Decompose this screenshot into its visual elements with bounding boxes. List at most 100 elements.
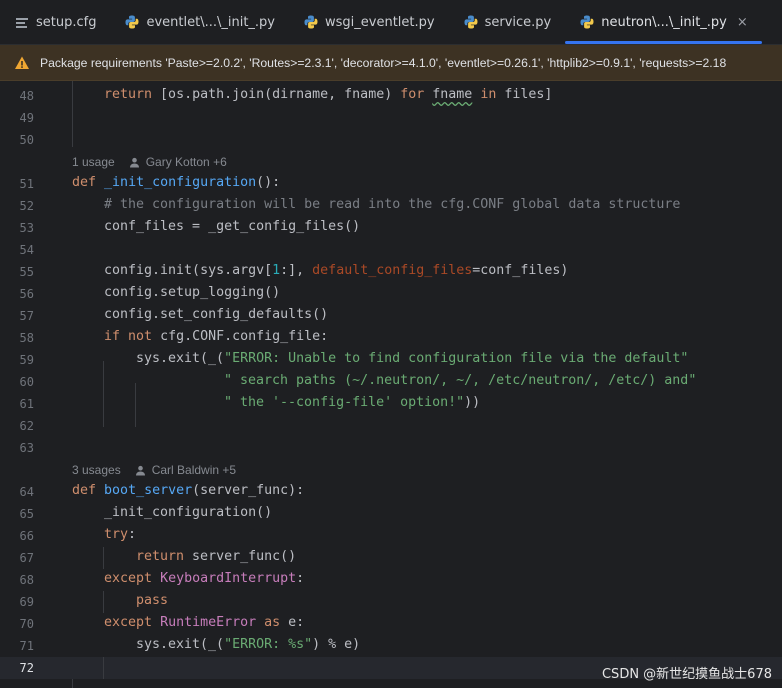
tab-label: eventlet\...\_init_.py [146, 14, 275, 30]
code-text: sys.exit(_( [136, 637, 225, 652]
python-icon [124, 14, 140, 30]
number: 1 [272, 263, 281, 278]
line-number: 67 [19, 551, 34, 565]
line-number: 61 [19, 397, 34, 411]
package-requirements-banner: Package requirements 'Paste>=2.0.2', 'Ro… [0, 44, 782, 81]
line-number: 66 [19, 529, 34, 543]
tab-neutron-init[interactable]: neutron\...\_init_.py × [565, 0, 762, 44]
code-text: :], [280, 263, 313, 278]
line-number-current: 72 [19, 661, 34, 675]
code-text: e: [280, 615, 305, 630]
line-number: 64 [19, 485, 34, 499]
usage-count[interactable]: 1 usage [72, 155, 115, 169]
keyword: in [480, 87, 497, 102]
keyword: if [104, 329, 121, 344]
usage-hint[interactable]: 1 usage Gary Kotton +6 [72, 155, 227, 169]
tab-label: setup.cfg [36, 14, 97, 30]
close-icon[interactable]: × [737, 15, 748, 30]
keyword: as [264, 615, 281, 630]
code-text: )) [464, 395, 481, 410]
line-number: 71 [19, 639, 34, 653]
keyword: return [104, 87, 153, 102]
python-icon [579, 14, 595, 30]
line-number: 53 [19, 221, 34, 235]
author-name[interactable]: Carl Baldwin +5 [152, 463, 236, 477]
code-text: files] [496, 87, 553, 102]
code-line-69: pass [136, 593, 169, 608]
tab-label: service.py [484, 14, 552, 30]
code-line-56: config.setup_logging() [104, 285, 281, 300]
keyword-arg: default_config_files [312, 263, 473, 278]
code-text: =conf_files) [472, 263, 569, 278]
line-number: 56 [19, 287, 34, 301]
code-line-61: " the '--config-file' option!")) [224, 395, 480, 410]
string: "ERROR: Unable to find configuration fil… [224, 351, 689, 366]
line-number: 52 [19, 199, 34, 213]
line-number: 57 [19, 309, 34, 323]
line-number: 60 [19, 375, 34, 389]
indent-guide [135, 383, 136, 427]
code-text: config.init(sys.argv[ [104, 263, 273, 278]
usage-hint[interactable]: 3 usages Carl Baldwin +5 [72, 463, 236, 477]
line-number: 54 [19, 243, 34, 257]
line-number: 65 [19, 507, 34, 521]
code-text: [os.path.join(dirname, fname) [152, 87, 401, 102]
line-number: 58 [19, 331, 34, 345]
keyword: not [128, 329, 153, 344]
tab-eventlet-init[interactable]: eventlet\...\_init_.py [110, 0, 289, 44]
keyword: except [104, 571, 153, 586]
code-line-53: conf_files = _get_config_files() [104, 219, 361, 234]
string: " the '--config-file' option!" [224, 395, 465, 410]
keyword: def [72, 175, 97, 190]
code-line-48: return [os.path.join(dirname, fname) for… [104, 87, 552, 102]
indent-guide [72, 103, 73, 147]
banner-text: Package requirements 'Paste>=2.0.2', 'Ro… [40, 55, 727, 70]
line-number: 55 [19, 265, 34, 279]
author-icon [129, 157, 140, 168]
editor-tab-bar: setup.cfg eventlet\...\_init_.py wsgi_ev… [0, 0, 782, 44]
code-line-70: except RuntimeError as e: [104, 615, 304, 630]
indent-guide [103, 361, 104, 427]
exception-class: KeyboardInterrupt [160, 571, 297, 586]
code-line-59: sys.exit(_("ERROR: Unable to find config… [136, 351, 688, 366]
code-line-60: " search paths (~/.neutron/, ~/, /etc/ne… [224, 373, 697, 388]
indent-guide [103, 547, 104, 569]
line-number: 51 [19, 177, 34, 191]
exception-class: RuntimeError [160, 615, 257, 630]
code-line-57: config.set_config_defaults() [104, 307, 329, 322]
code-line-55: config.init(sys.argv[1:], default_config… [104, 263, 568, 278]
code-line-66: try: [104, 527, 136, 542]
python-icon [463, 14, 479, 30]
author-icon [135, 465, 146, 476]
code-variable: fname [432, 87, 473, 102]
author-name[interactable]: Gary Kotton +6 [146, 155, 227, 169]
keyword: try [104, 527, 129, 542]
tab-label: wsgi_eventlet.py [325, 14, 435, 30]
code-line-52: # the configuration will be read into th… [104, 197, 681, 212]
line-number: 68 [19, 573, 34, 587]
watermark: CSDN @新世纪摸鱼战士678 [601, 667, 772, 682]
indent-guide [103, 657, 104, 679]
tab-service[interactable]: service.py [449, 0, 566, 44]
keyword: except [104, 615, 153, 630]
code-line-58: if not cfg.CONF.config_file: [104, 329, 328, 344]
code-editor[interactable]: 48 49 50 51 52 53 54 55 56 57 58 59 60 6… [0, 81, 782, 688]
tab-wsgi-eventlet[interactable]: wsgi_eventlet.py [289, 0, 449, 44]
tab-setup-cfg[interactable]: setup.cfg [0, 0, 110, 44]
code-line-51: def _init_configuration(): [72, 175, 280, 190]
indent-guide [72, 679, 73, 688]
keyword: return [136, 549, 185, 564]
code-line-71: sys.exit(_("ERROR: %s") % e) [136, 637, 360, 652]
indent-guide [72, 81, 73, 103]
code-line-64: def boot_server(server_func): [72, 483, 304, 498]
usage-count[interactable]: 3 usages [72, 463, 121, 477]
line-number: 59 [19, 353, 34, 367]
code-line-67: return server_func() [136, 549, 296, 564]
code-text: cfg.CONF.config_file: [152, 329, 329, 344]
warning-icon [14, 55, 30, 71]
code-line-65: _init_configuration() [104, 505, 273, 520]
python-icon [303, 14, 319, 30]
line-number: 69 [19, 595, 34, 609]
line-number: 70 [19, 617, 34, 631]
function-name: _init_configuration [104, 175, 257, 190]
